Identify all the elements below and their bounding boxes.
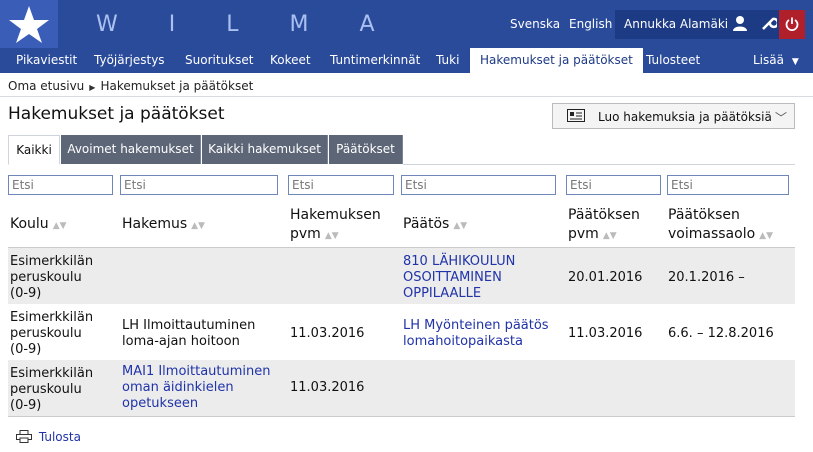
column-header-hakemus-pvm[interactable]: Hakemuksen pvm ▲▼ [290,206,381,246]
breadcrumb: Oma etusivu ▶ Hakemukset ja päätökset [8,79,253,93]
nav-item-pikaviestit[interactable]: Pikaviestit [16,48,77,73]
tab-avoimet-hakemukset[interactable]: Avoimet hakemukset [61,135,201,164]
chevron-down-icon: ▼ [791,57,799,67]
nav-more-label: Lisää [753,53,784,67]
column-header-paatos-pvm[interactable]: Päätöksen pvm ▲▼ [568,206,640,246]
cell-koulu: Esimerkkilän peruskoulu (0-9) [10,366,94,413]
filter-paatos-pvm-input[interactable] [566,175,661,195]
create-applications-dropdown[interactable]: Luo hakemuksia ja päätöksiä ﹀ [552,103,795,129]
main-navigation: Pikaviestit Työjärjestys Suoritukset Kok… [0,48,813,75]
cell-voimassaolo: 20.1.2016 – [668,270,745,285]
printer-icon [16,430,36,444]
nav-item-tuntimerkinnat[interactable]: Tuntimerkinnät [330,48,420,73]
column-header-label: pvm [290,226,321,242]
user-name-link[interactable]: Annukka Alamäki [624,17,728,31]
power-icon [785,17,799,35]
column-header-label: voimassaolo [668,226,756,242]
sort-icon: ▲▼ [191,221,205,231]
column-header-label: pvm [568,226,599,242]
column-header-label: Hakemuksen [290,207,381,223]
cell-koulu: Esimerkkilän peruskoulu (0-9) [10,310,94,357]
cell-paatos-link[interactable]: LH Myönteinen päätös lomahoitopaikasta [403,318,549,350]
sort-icon: ▲▼ [52,221,67,231]
logout-button[interactable] [779,10,805,39]
chevron-down-icon: ﹀ [775,111,788,125]
column-header-label: Päätöksen [668,207,740,223]
nav-item-kokeet[interactable]: Kokeet [270,48,311,73]
filter-koulu-input[interactable] [8,175,113,195]
brand-title: W I L M A [96,12,397,37]
print-label: Tulosta [38,430,81,444]
cell-hakemus-link[interactable]: MAI1 Ilmoittautuminen oman äidinkielen ope… [122,364,271,412]
sort-icon: ▲▼ [759,231,773,241]
cell-hakemus-pvm: 11.03.2016 [290,326,365,341]
language-english-link[interactable]: English [569,17,612,31]
breadcrumb-arrow-icon: ▶ [89,83,96,92]
language-svenska-link[interactable]: Svenska [510,17,560,31]
sort-icon: ▲▼ [602,231,617,241]
user-icon[interactable] [733,15,747,35]
breadcrumb-home-link[interactable]: Oma etusivu [8,79,84,93]
table-row: Esimerkkilän peruskoulu (0-9) MAI1 Ilmoitt… [8,360,795,416]
print-link[interactable]: Tulosta [16,430,81,444]
wrench-icon[interactable] [761,15,780,35]
cell-voimassaolo: 6.6. – 12.8.2016 [668,326,774,341]
column-header-paatos[interactable]: Päätös ▲▼ [403,215,467,236]
tab-kaikki-hakemukset[interactable]: Kaikki hakemukset [202,135,328,164]
filter-hakemus-input[interactable] [120,175,278,195]
cell-paatos-pvm: 20.01.2016 [568,270,643,285]
tabs-divider [403,164,795,165]
sort-icon: ▲▼ [324,231,339,241]
create-applications-label: Luo hakemuksia ja päätöksiä [598,110,772,124]
wilma-logo[interactable] [0,0,58,48]
nav-more-menu[interactable]: Lisää ▼ [753,48,799,73]
filter-paatos-input[interactable] [401,175,556,195]
nav-item-tyojarjestys[interactable]: Työjärjestys [94,48,165,73]
nav-item-tuki[interactable]: Tuki [436,48,459,73]
column-header-koulu[interactable]: Koulu ▲▼ [10,215,67,236]
page-title: Hakemukset ja päätökset [8,104,225,124]
cell-paatos-link[interactable]: 810 LÄHIKOULUN OSOITTAMINEN OPPILAALLE [403,254,515,302]
user-menu: Annukka Alamäki [615,10,805,39]
column-header-label: Päätöksen [568,207,640,223]
filter-voimassaolo-input[interactable] [667,175,789,195]
cell-hakemus: LH Ilmoittautuminen loma-ajan hoitoon [122,318,256,349]
breadcrumb-divider [0,96,813,97]
table-bottom-divider [8,416,795,417]
column-header-label: Koulu [10,216,49,232]
breadcrumb-current: Hakemukset ja päätökset [100,79,254,93]
column-header-voimassaolo[interactable]: Päätöksen voimassaolo ▲▼ [668,206,773,246]
filter-hakemus-pvm-input[interactable] [288,175,394,195]
column-header-hakemus[interactable]: Hakemus ▲▼ [122,215,205,236]
cell-paatos-pvm: 11.03.2016 [568,326,643,341]
star-logo-icon [9,6,49,43]
nav-item-tulosteet[interactable]: Tulosteet [646,48,700,73]
tab-paatokset[interactable]: Päätökset [329,135,403,164]
tab-kaikki[interactable]: Kaikki [8,135,60,165]
column-header-label: Hakemus [122,216,188,232]
id-card-icon [567,109,585,125]
nav-item-hakemukset[interactable]: Hakemukset ja päätökset [470,48,643,75]
cell-hakemus-pvm: 11.03.2016 [290,380,365,395]
cell-koulu: Esimerkkilän peruskoulu (0-9) [10,254,94,301]
table-row: Esimerkkilän peruskoulu (0-9) LH Ilmoittau… [8,304,795,360]
column-header-label: Päätös [403,216,450,232]
nav-item-suoritukset[interactable]: Suoritukset [185,48,253,73]
table-row: Esimerkkilän peruskoulu (0-9) 810 LÄHIKOUL… [8,248,795,304]
top-header: W I L M A Svenska English Annukka Alamäk… [0,0,813,48]
sort-icon: ▲▼ [453,221,468,231]
